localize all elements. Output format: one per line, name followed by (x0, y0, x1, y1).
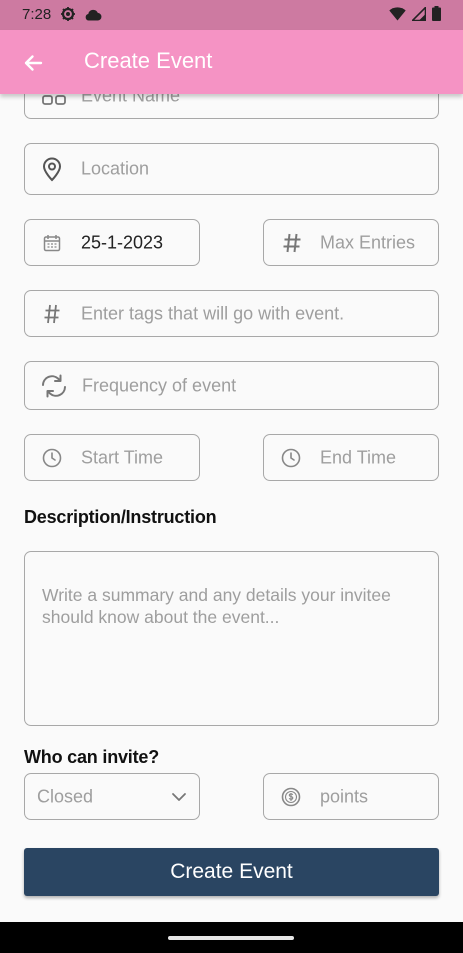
location-placeholder: Location (81, 158, 150, 179)
signal-icon (410, 5, 427, 26)
status-time: 7:28 (22, 6, 52, 23)
date-field[interactable]: 25-1-2023 (24, 219, 200, 266)
description-placeholder: Write a summary and any details your inv… (42, 585, 391, 627)
coin-icon (281, 787, 301, 807)
repeat-icon (39, 373, 69, 399)
clock-icon (42, 448, 62, 468)
hash-icon (43, 303, 61, 325)
invite-select[interactable]: Closed (24, 773, 200, 820)
frequency-placeholder: Frequency of event (82, 375, 237, 395)
points-field[interactable]: points (263, 773, 439, 820)
status-bar: 7:28 (0, 0, 463, 30)
cloud-icon (84, 8, 102, 26)
start-time-field[interactable]: Start Time (24, 434, 200, 481)
end-time-field[interactable]: End Time (263, 434, 439, 481)
invite-select-value: Closed (37, 786, 94, 806)
chevron-down-icon (171, 792, 187, 802)
clock-icon (281, 448, 301, 468)
arrow-left-icon (18, 55, 48, 82)
location-pin-icon (41, 156, 63, 182)
tags-field[interactable]: Enter tags that will go with event. (24, 290, 439, 337)
max-entries-placeholder: Max Entries (320, 232, 416, 252)
end-time-placeholder: End Time (320, 447, 397, 467)
description-label: Description/Instruction (24, 507, 217, 527)
max-entries-field[interactable]: Max Entries (263, 219, 439, 266)
points-placeholder: points (320, 786, 369, 806)
settings-icon (60, 6, 76, 27)
battery-icon (432, 6, 441, 26)
frequency-field[interactable]: Frequency of event (24, 361, 439, 410)
start-time-placeholder: Start Time (81, 447, 164, 467)
calendar-icon (43, 234, 61, 252)
home-indicator[interactable] (168, 936, 294, 940)
wifi-icon (389, 6, 406, 26)
description-textarea[interactable]: Write a summary and any details your inv… (24, 551, 439, 726)
back-button[interactable] (18, 48, 48, 78)
location-field[interactable]: Location (24, 143, 439, 195)
date-value: 25-1-2023 (81, 232, 164, 252)
navigation-bar (0, 922, 463, 953)
hash-icon (282, 232, 302, 254)
page-title: Create Event (84, 48, 213, 73)
app-bar: Create Event (0, 30, 463, 94)
tags-placeholder: Enter tags that will go with event. (81, 303, 345, 323)
who-can-invite-label: Who can invite? (24, 747, 160, 767)
create-event-button[interactable]: Create Event (24, 848, 439, 896)
